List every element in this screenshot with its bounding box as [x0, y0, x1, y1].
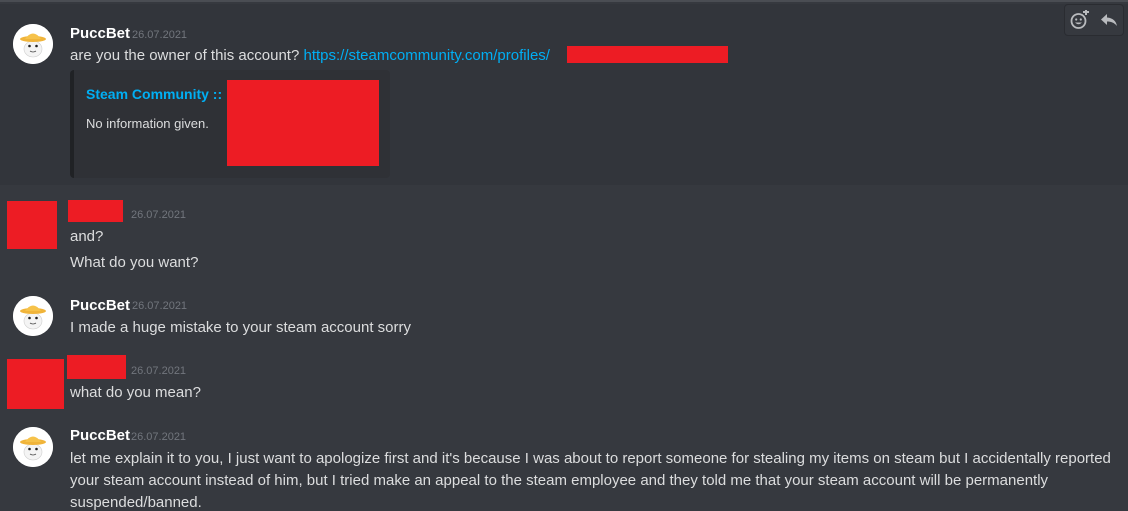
message-author[interactable]: PuccBet — [70, 297, 130, 314]
message-timestamp: 26.07.2021 — [131, 431, 187, 443]
message-timestamp: 26.07.2021 — [132, 29, 188, 41]
message-text: What do you want? — [70, 254, 199, 271]
message-text: what do you mean? — [70, 384, 201, 401]
message-text: suspended/banned. — [70, 494, 202, 511]
reply-icon[interactable] — [1097, 8, 1121, 32]
message-timestamp: 26.07.2021 — [131, 209, 187, 221]
message-text: are you the owner of this account? — [70, 47, 300, 64]
embed-title[interactable]: Steam Community :: — [86, 86, 222, 102]
avatar[interactable] — [13, 427, 53, 467]
message-content: are you the owner of this account? https… — [70, 45, 550, 67]
message-author[interactable]: PuccBet — [70, 25, 130, 42]
message-text: your steam account instead of him, but I… — [70, 472, 1049, 489]
avatar-image — [13, 427, 53, 467]
redacted-username — [68, 200, 123, 222]
message-text: I made a huge mistake to your steam acco… — [70, 319, 411, 336]
profile-link[interactable]: https://steamcommunity.com/profiles/ — [303, 47, 549, 64]
redacted-username — [67, 355, 126, 379]
message-text: let me explain it to you, I just want to… — [70, 450, 1111, 467]
avatar-image — [13, 296, 53, 336]
redacted-avatar — [7, 201, 57, 249]
message-toolbar — [1064, 4, 1124, 36]
divider — [0, 0, 1128, 2]
message-timestamp: 26.07.2021 — [131, 365, 187, 377]
avatar-image — [13, 24, 53, 64]
avatar[interactable] — [13, 24, 53, 64]
redacted-embed-thumbnail — [227, 80, 379, 166]
message-text: and? — [70, 228, 104, 245]
embed-description: No information given. — [86, 116, 209, 131]
redacted-profile-id — [567, 46, 728, 63]
redacted-avatar — [7, 359, 64, 409]
message-author[interactable]: PuccBet — [70, 427, 130, 444]
message-timestamp: 26.07.2021 — [132, 300, 188, 312]
chat-window: PuccBet 26.07.2021 are you the owner of … — [0, 0, 1128, 511]
add-reaction-icon[interactable] — [1068, 8, 1092, 32]
avatar[interactable] — [13, 296, 53, 336]
